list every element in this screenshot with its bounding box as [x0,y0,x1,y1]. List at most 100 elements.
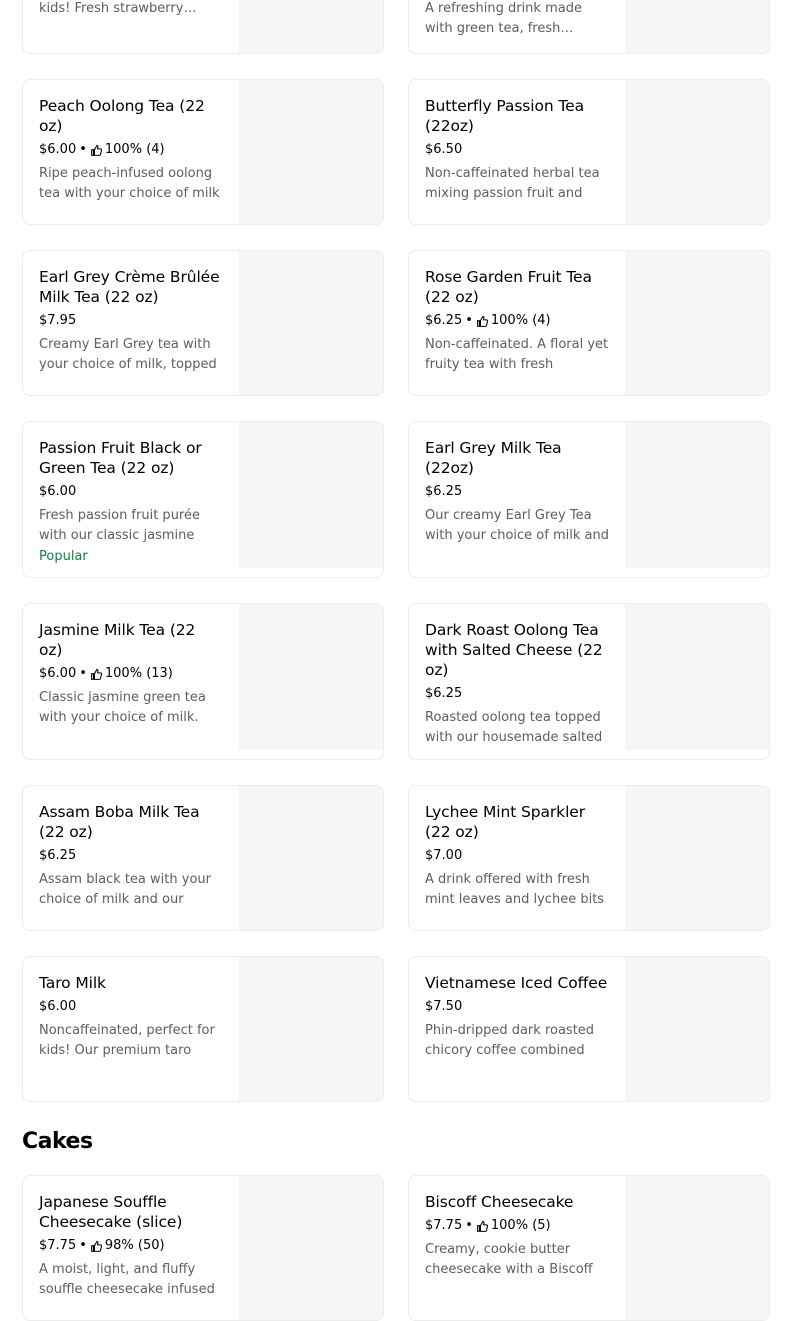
menu-item-image [625,0,769,53]
menu-item-info: Japanese Souffle Cheesecake (slice) $7.75… [39,1192,223,1300]
menu-item-meta: $7.75 • 98% (50) [39,1238,223,1254]
meta-separator: • [79,142,87,157]
menu-item-image [239,957,383,1101]
menu-item-price: $6.25 [425,484,463,499]
menu-item-price: $7.75 [425,1218,463,1233]
menu-item-image [239,80,383,224]
menu-item-description: Assam black tea with your choice of milk… [39,872,211,907]
menu-item-image [239,786,383,930]
menu-item-price: $7.75 [39,1238,77,1253]
menu-item-name: Butterfly Passion Tea (22oz) [425,97,584,135]
menu-item-meta: $6.25 [39,848,223,864]
menu-item-rating: 100% (13) [104,666,173,681]
menu-item-meta: $6.00 [39,999,223,1015]
menu-item-info: Rose Garden Fruit Tea (22 oz) $6.25 • 100% … [425,267,609,375]
menu-item-meta: $6.00 • 100% (13) [39,666,223,682]
menu-item-info: A refreshing drink made with green tea, … [425,0,609,39]
menu-item-info: Biscoff Cheesecake $7.75 • 100% (5) Creamy, … [425,1192,609,1280]
menu-item-rating: 100% (5) [490,1218,551,1233]
menu-item-meta: $6.25 [425,484,609,500]
menu-item-meta: $6.25 • 100% (4) [425,313,609,329]
menu-item-price: $7.00 [425,848,463,863]
menu-item-name: Earl Grey Milk Tea (22oz) [425,439,562,477]
menu-item-card[interactable]: Japanese Souffle Cheesecake (slice) $7.75… [22,1175,384,1321]
menu-item-image [239,1176,383,1320]
menu-item-image [239,0,383,53]
menu-item-meta: $7.00 [425,848,609,864]
menu-item-description: Phin-dripped dark roasted chicory coffee… [425,1023,595,1058]
menu-item-name: Taro Milk [39,974,106,992]
menu-item-card[interactable]: Dark Roast Oolong Tea with Salted Cheese… [408,603,770,760]
menu-item-price: $6.50 [425,142,463,157]
menu-item-description: kids! Fresh strawberry purée [39,1,184,16]
menu-item-name: Biscoff Cheesecake [425,1193,574,1211]
menu-item-description: A refreshing drink made with green tea, … [425,1,582,36]
menu-item-description: Noncaffeinated, perfect for kids! Our pr… [39,1023,215,1058]
menu-item-meta: $7.95 [39,313,223,329]
menu-item-card[interactable]: A refreshing drink made with green tea, … [408,0,770,54]
menu-item-rating: 100% (4) [104,142,165,157]
menu-item-name: Assam Boba Milk Tea (22 oz) [39,803,200,841]
menu-item-card[interactable]: Butterfly Passion Tea (22oz) $6.50 Non-caf… [408,79,770,225]
menu-item-name: Passion Fruit Black or Green Tea (22 oz) [39,439,202,477]
menu-item-description: A moist, light, and fluffy souffle chees… [39,1262,215,1297]
menu-item-card[interactable]: Vietnamese Iced Coffee $7.50 Phin-dripped … [408,956,770,1102]
menu-item-card[interactable]: Earl Grey Crème Brûlée Milk Tea (22 oz) $… [22,250,384,396]
menu-item-description: Non-caffeinated. A floral yet fruity tea… [425,337,609,372]
menu-item-rating: 100% (4) [490,313,551,328]
meta-separator: • [79,1238,87,1253]
menu-item-price: $7.95 [39,313,77,328]
menu-item-card[interactable]: Earl Grey Milk Tea (22oz) $6.25 Our creamy… [408,421,770,578]
menu-item-card[interactable]: Taro Milk $6.00 Noncaffeinated, perfect fo… [22,956,384,1102]
menu-item-meta: $7.75 • 100% (5) [425,1218,609,1234]
menu-item-info: Assam Boba Milk Tea (22 oz) $6.25 Assam bl… [39,802,223,910]
menu-item-price: $6.00 [39,142,77,157]
menu-item-card[interactable]: Assam Boba Milk Tea (22 oz) $6.25 Assam bl… [22,785,384,931]
menu-item-image [625,786,769,930]
menu-item-image [625,957,769,1101]
menu-item-name: Dark Roast Oolong Tea with Salted Cheese… [425,621,603,679]
menu-item-info: Earl Grey Crème Brûlée Milk Tea (22 oz) $… [39,267,223,375]
menu-item-name: Jasmine Milk Tea (22 oz) [39,621,196,659]
section-title-cakes: Cakes [22,1129,93,1154]
thumbs-up-icon [90,1240,103,1253]
menu-item-description: Creamy, cookie butter cheesecake with a … [425,1242,593,1277]
menu-item-card[interactable]: Lychee Mint Sparkler (22 oz) $7.00 A drink… [408,785,770,931]
menu-item-image [625,422,769,568]
menu-item-card[interactable]: Biscoff Cheesecake $7.75 • 100% (5) Creamy, … [408,1175,770,1321]
menu-item-info: Passion Fruit Black or Green Tea (22 oz)… [39,438,223,566]
menu-item-info: kids! Fresh strawberry purée [39,0,223,19]
thumbs-up-icon [476,315,489,328]
menu-item-image [625,604,769,750]
menu-item-image [625,80,769,224]
menu-item-image [239,604,383,750]
menu-item-info: Lychee Mint Sparkler (22 oz) $7.00 A drink… [425,802,609,910]
popular-badge: Popular [39,549,88,564]
meta-separator: • [79,666,87,681]
menu-item-info: Dark Roast Oolong Tea with Salted Cheese… [425,620,609,748]
menu-item-description: Our creamy Earl Grey Tea with your choic… [425,508,609,543]
menu-item-card[interactable]: Passion Fruit Black or Green Tea (22 oz)… [22,421,384,578]
menu-item-name: Rose Garden Fruit Tea (22 oz) [425,268,592,306]
menu-item-price: $6.00 [39,666,77,681]
menu-item-info: Vietnamese Iced Coffee $7.50 Phin-dripped … [425,973,609,1061]
menu-item-description: Non-caffeinated herbal tea mixing passio… [425,166,600,201]
menu-item-card[interactable]: Jasmine Milk Tea (22 oz) $6.00 • 100% (13) C… [22,603,384,760]
menu-item-info: Earl Grey Milk Tea (22oz) $6.25 Our creamy… [425,438,609,546]
menu-item-name: Japanese Souffle Cheesecake (slice) [39,1193,183,1231]
menu-item-card[interactable]: Peach Oolong Tea (22 oz) $6.00 • 100% (4) Ri… [22,79,384,225]
menu-item-name: Peach Oolong Tea (22 oz) [39,97,205,135]
menu-item-price: $6.25 [425,313,463,328]
meta-separator: • [465,313,473,328]
menu-item-info: Peach Oolong Tea (22 oz) $6.00 • 100% (4) Ri… [39,96,223,204]
menu-item-name: Earl Grey Crème Brûlée Milk Tea (22 oz) [39,268,220,306]
menu-item-info: Taro Milk $6.00 Noncaffeinated, perfect fo… [39,973,223,1061]
menu-item-rating: 98% (50) [104,1238,165,1253]
menu-item-meta: $6.00 [39,484,223,500]
menu-item-price: $6.00 [39,999,77,1014]
menu-item-name: Lychee Mint Sparkler (22 oz) [425,803,585,841]
menu-item-card[interactable]: Rose Garden Fruit Tea (22 oz) $6.25 • 100% … [408,250,770,396]
menu-item-description: Roasted oolong tea topped with our house… [425,710,603,745]
menu-item-meta: $7.50 [425,999,609,1015]
menu-item-card[interactable]: kids! Fresh strawberry purée [22,0,384,54]
